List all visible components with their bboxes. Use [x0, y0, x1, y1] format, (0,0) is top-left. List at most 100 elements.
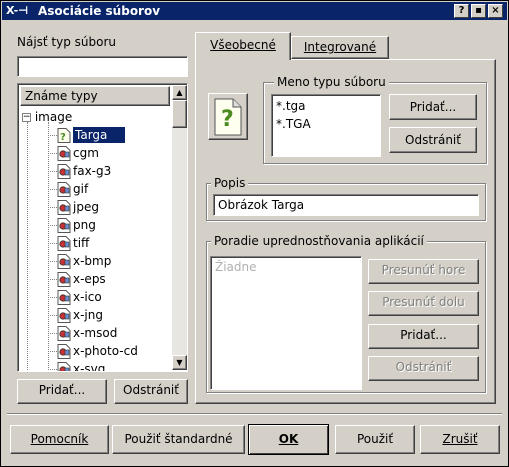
tree-item-label: x-photo-cd [73, 344, 138, 358]
description-input[interactable] [213, 194, 479, 216]
image-file-icon [57, 200, 71, 215]
image-file-icon [57, 344, 71, 359]
remove-type-button[interactable]: Odstrániť [114, 379, 188, 404]
tree-column-header[interactable]: Známe typy [20, 86, 170, 106]
svg-text:?: ? [221, 107, 234, 132]
tree-item[interactable]: x-ico [48, 288, 102, 306]
tree-connector [48, 315, 57, 316]
file-type-icon-button[interactable]: ? [208, 93, 248, 140]
scroll-up-icon[interactable]: ▲ [172, 85, 187, 100]
tree-item-label: x-msod [73, 326, 118, 340]
tree-item-label: x-svg [73, 362, 106, 372]
application-order-group-title: Poradie uprednostňovania aplikácií [211, 234, 427, 248]
image-file-icon [57, 272, 71, 287]
image-file-icon [57, 308, 71, 323]
apply-button[interactable]: Použiť [335, 425, 415, 454]
tree-item-label: cgm [73, 146, 99, 160]
move-up-button[interactable]: Presunúť hore [368, 259, 479, 284]
cancel-button-label: Zrušiť [442, 432, 478, 446]
tree-item-label: x-eps [73, 272, 106, 286]
ok-button[interactable]: OK [248, 424, 329, 455]
scroll-thumb[interactable] [172, 100, 187, 128]
find-file-type-input[interactable] [17, 56, 188, 77]
tree-item[interactable]: cgm [48, 144, 99, 162]
tab-general-label: Všeobecné [210, 38, 276, 52]
general-tab-panel: ? Meno typu súboru *.tga *.TGA Pridať... … [195, 59, 496, 404]
image-file-icon [57, 362, 71, 371]
tree-item[interactable]: ? Targa [48, 126, 126, 144]
ok-button-label: OK [278, 432, 299, 446]
image-file-icon [57, 146, 71, 161]
tree-connector [48, 153, 57, 154]
help-button-label: Pomocník [30, 432, 89, 446]
tree-item-label: x-ico [73, 290, 102, 304]
tree-item[interactable]: x-msod [48, 324, 117, 342]
help-icon[interactable]: ? [454, 4, 469, 18]
tree-connector [48, 189, 57, 190]
pattern-item[interactable]: *.TGA [276, 115, 376, 133]
unknown-file-icon: ? [57, 128, 71, 143]
tree-item[interactable]: x-svg [48, 360, 106, 372]
use-defaults-button[interactable]: Použiť štandardné [112, 425, 245, 454]
known-types-tree[interactable]: Známe typy − image ? Targa cgm fax-g3 gif jpe… [17, 83, 188, 372]
tree-item[interactable]: x-bmp [48, 252, 111, 270]
tree-item[interactable]: fax-g3 [48, 162, 111, 180]
unknown-file-icon: ? [214, 98, 242, 136]
tree-item[interactable]: x-eps [48, 270, 106, 288]
tree-item[interactable]: png [48, 216, 96, 234]
footer-separator [7, 413, 502, 415]
add-application-button[interactable]: Pridať... [368, 324, 479, 349]
pattern-item[interactable]: *.tga [276, 97, 376, 115]
tab-general[interactable]: Všeobecné [195, 32, 291, 60]
tree-item-label: gif [73, 182, 89, 196]
tree-item[interactable]: gif [48, 180, 88, 198]
find-file-type-label: Nájsť typ súboru [17, 35, 117, 49]
tree-scrollbar[interactable]: ▲ ▼ [172, 85, 187, 370]
tree-item-label: Targa [73, 127, 126, 143]
collapse-icon[interactable]: − [22, 113, 31, 122]
cancel-button[interactable]: Zrušiť [420, 425, 500, 454]
tree-item[interactable]: tiff [48, 234, 89, 252]
tree-connector [48, 351, 57, 352]
tab-embedded-label: Integrované [303, 40, 377, 54]
window-menu-icon[interactable]: X-⊣ [6, 3, 36, 18]
maximize-icon[interactable]: ▪ [471, 4, 486, 18]
tree-line [27, 122, 28, 371]
help-button[interactable]: Pomocník [10, 425, 109, 454]
tree-connector [48, 333, 57, 334]
tree-item[interactable]: x-jng [48, 306, 103, 324]
tree-connector [48, 261, 57, 262]
file-pattern-group-title: Meno typu súboru [274, 75, 389, 89]
tree-item-label: png [73, 218, 96, 232]
tree-connector [48, 225, 57, 226]
tree-connector [48, 135, 57, 136]
image-file-icon [57, 326, 71, 341]
remove-pattern-button[interactable]: Odstrániť [389, 127, 477, 153]
move-down-button[interactable]: Presunúť dolu [368, 291, 479, 316]
image-file-icon [57, 236, 71, 251]
image-file-icon [57, 218, 71, 233]
tree-item[interactable]: x-photo-cd [48, 342, 138, 360]
image-file-icon [57, 182, 71, 197]
scroll-down-icon[interactable]: ▼ [172, 355, 187, 370]
add-pattern-button[interactable]: Pridať... [389, 94, 477, 120]
close-icon[interactable]: × [488, 4, 503, 18]
description-group-title: Popis [211, 176, 249, 190]
image-file-icon [57, 290, 71, 305]
application-list[interactable]: Žiadne [210, 256, 362, 390]
tree-item[interactable]: jpeg [48, 198, 99, 216]
svg-text:?: ? [60, 132, 66, 143]
title-bar[interactable]: X-⊣ Asociácie súborov ? ▪ × [2, 2, 507, 20]
application-list-empty: Žiadne [215, 260, 257, 274]
image-file-icon [57, 164, 71, 179]
tree-connector [48, 243, 57, 244]
tree-connector [48, 207, 57, 208]
remove-application-button[interactable]: Odstrániť [368, 356, 479, 381]
file-pattern-group: Meno typu súboru *.tga *.TGA Pridať... Od… [263, 75, 487, 164]
tree-connector [48, 369, 57, 370]
file-associations-window: X-⊣ Asociácie súborov ? ▪ × Nájsť typ sú… [0, 0, 509, 467]
add-type-button[interactable]: Pridať... [17, 379, 107, 404]
tab-embedded[interactable]: Integrované [291, 36, 389, 59]
tree-item-label: x-bmp [73, 254, 112, 268]
pattern-list[interactable]: *.tga *.TGA [271, 94, 381, 157]
